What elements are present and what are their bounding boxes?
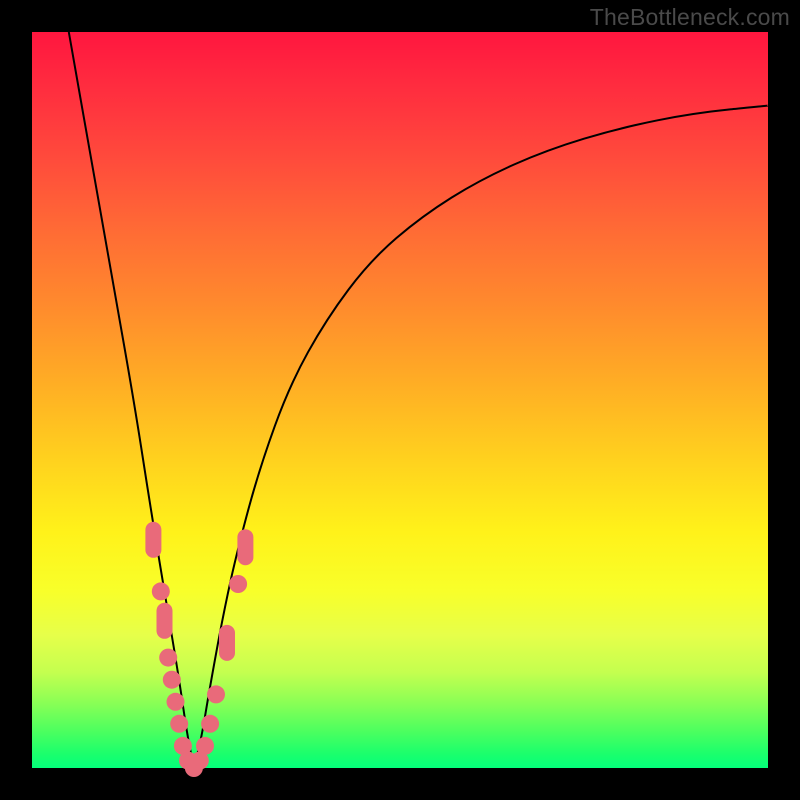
data-marker — [229, 575, 247, 593]
data-marker — [207, 685, 225, 703]
data-marker — [237, 529, 253, 565]
data-marker — [152, 582, 170, 600]
data-marker — [219, 625, 235, 661]
curve-markers — [145, 522, 253, 777]
data-marker — [167, 693, 185, 711]
watermark-text: TheBottleneck.com — [590, 4, 790, 31]
curve-layer — [32, 32, 768, 768]
data-marker — [157, 603, 173, 639]
data-marker — [170, 715, 188, 733]
data-marker — [145, 522, 161, 558]
data-marker — [196, 737, 214, 755]
data-marker — [163, 671, 181, 689]
data-marker — [159, 649, 177, 667]
chart-frame: TheBottleneck.com — [0, 0, 800, 800]
data-marker — [201, 715, 219, 733]
